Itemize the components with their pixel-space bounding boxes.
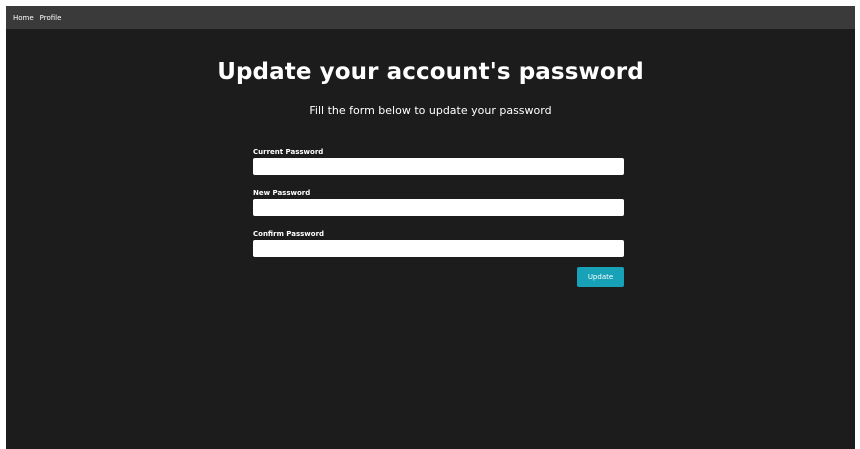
nav-link-profile[interactable]: Profile: [40, 14, 62, 22]
page-subtitle: Fill the form below to update your passw…: [309, 104, 552, 117]
update-password-form: Current Password New Password Confirm Pa…: [253, 146, 624, 287]
nav-link-home[interactable]: Home: [13, 14, 34, 22]
confirm-password-label: Confirm Password: [253, 230, 325, 238]
new-password-input[interactable]: [253, 199, 624, 216]
form-actions: Update: [253, 267, 624, 287]
page-title: Update your account's password: [217, 59, 644, 85]
app-viewport: Home Profile Update your account's passw…: [6, 6, 855, 449]
current-password-label: Current Password: [253, 148, 324, 156]
confirm-password-input[interactable]: [253, 240, 624, 257]
top-navbar: Home Profile: [6, 6, 855, 29]
update-button[interactable]: Update: [577, 267, 624, 287]
new-password-label: New Password: [253, 189, 311, 197]
current-password-input[interactable]: [253, 158, 624, 175]
